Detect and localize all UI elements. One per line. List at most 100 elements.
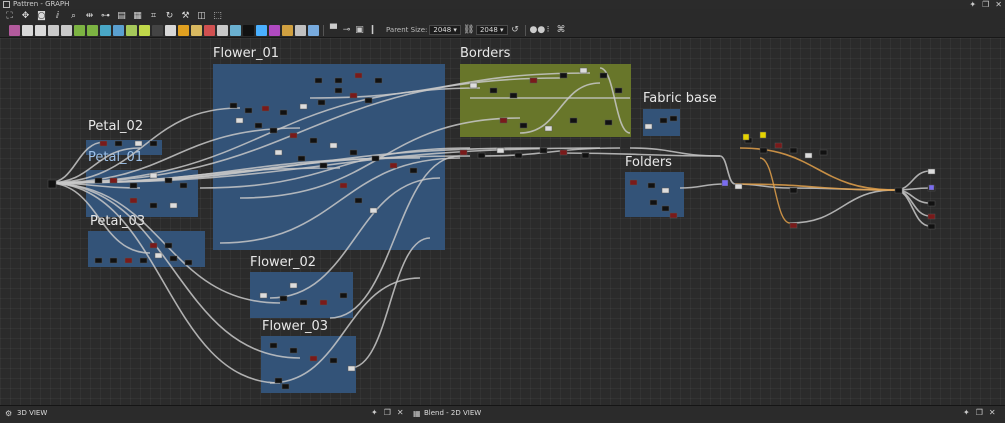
graph-node[interactable] <box>281 383 290 390</box>
graph-node[interactable] <box>254 122 263 129</box>
node-library-button[interactable] <box>74 24 85 36</box>
graph-canvas[interactable]: Flower_01 Borders Fabric base Petal_02 P… <box>0 38 1005 405</box>
graph-node[interactable] <box>559 149 568 156</box>
node-library-button[interactable] <box>22 24 33 36</box>
node-library-button[interactable] <box>308 24 319 36</box>
graph-node[interactable] <box>927 200 936 207</box>
graph-node[interactable] <box>489 87 498 94</box>
restore-icon[interactable]: ❐ <box>982 0 989 9</box>
parent-size-height-select[interactable]: 2048 ▾ <box>475 25 508 35</box>
split-view-icon[interactable]: ●● <box>530 25 546 35</box>
link-size-icon[interactable]: ⛓ <box>463 25 474 35</box>
graph-node[interactable] <box>669 115 678 122</box>
pin-icon[interactable]: ✦ <box>969 0 976 9</box>
graph-node[interactable] <box>179 182 188 189</box>
graph-node[interactable] <box>47 179 57 189</box>
graph-node[interactable] <box>544 125 553 132</box>
node-library-button[interactable] <box>204 24 215 36</box>
graph-node[interactable] <box>644 123 653 130</box>
graph-node[interactable] <box>409 167 418 174</box>
graph-node[interactable] <box>669 212 678 219</box>
node-library-button[interactable] <box>243 24 254 36</box>
graph-node[interactable] <box>309 355 318 362</box>
graph-node[interactable] <box>477 152 486 159</box>
graph-node[interactable] <box>139 257 148 264</box>
node-library-button[interactable] <box>9 24 20 36</box>
pin-icon[interactable]: ✦ <box>963 408 970 417</box>
info-icon[interactable]: ⅈ <box>52 11 63 22</box>
graph-node[interactable] <box>499 117 508 124</box>
node-library-button[interactable] <box>191 24 202 36</box>
grid-icon[interactable]: ▦ <box>132 11 143 22</box>
graph-node[interactable] <box>339 182 348 189</box>
graph-node[interactable] <box>647 182 656 189</box>
graph-node[interactable] <box>349 149 358 156</box>
graph-node[interactable] <box>299 103 308 110</box>
graph-node[interactable] <box>317 99 326 106</box>
node-library-button[interactable] <box>35 24 46 36</box>
output-icon[interactable]: ▣ <box>354 25 365 35</box>
graph-node[interactable] <box>149 242 158 249</box>
graph-node[interactable] <box>371 155 380 162</box>
graph-node[interactable] <box>149 172 158 179</box>
graph-node[interactable] <box>354 72 363 79</box>
graph-node[interactable] <box>261 105 270 112</box>
graph-node[interactable] <box>789 147 798 154</box>
graph-node[interactable] <box>235 117 244 124</box>
graph-node[interactable] <box>604 119 613 126</box>
graph-node[interactable] <box>154 252 163 259</box>
graph-node[interactable] <box>519 122 528 129</box>
comment-icon[interactable]: ▀ <box>328 25 339 35</box>
connect-icon[interactable]: ⊶ <box>100 11 111 22</box>
node-library-button[interactable] <box>152 24 163 36</box>
node-library-button[interactable] <box>230 24 241 36</box>
graph-node[interactable] <box>289 132 298 139</box>
graph-node[interactable] <box>109 257 118 264</box>
graph-node[interactable] <box>581 152 590 159</box>
graph-node[interactable] <box>579 67 588 74</box>
graph-node[interactable] <box>927 213 936 220</box>
graph-node[interactable] <box>614 87 623 94</box>
restore-icon[interactable]: ❐ <box>976 408 983 417</box>
node-library-button[interactable] <box>48 24 59 36</box>
graph-node[interactable] <box>661 187 670 194</box>
graph-node[interactable] <box>364 97 373 104</box>
node-library-button[interactable] <box>100 24 111 36</box>
graph-node[interactable] <box>269 127 278 134</box>
node-library-button[interactable] <box>139 24 150 36</box>
graph-node[interactable] <box>649 199 658 206</box>
graph-node[interactable] <box>129 197 138 204</box>
graph-node[interactable] <box>804 152 813 159</box>
graph-node[interactable] <box>789 222 798 229</box>
graph-node[interactable] <box>274 149 283 156</box>
graph-node[interactable] <box>514 152 523 159</box>
node-library-button[interactable] <box>217 24 228 36</box>
graph-node[interactable] <box>774 142 783 149</box>
graph-node[interactable] <box>759 131 767 139</box>
graph-node[interactable] <box>354 197 363 204</box>
reset-size-icon[interactable]: ↺ <box>510 25 521 35</box>
graph-node[interactable] <box>297 155 306 162</box>
graph-node[interactable] <box>269 342 278 349</box>
graph-node[interactable] <box>339 292 348 299</box>
close-icon[interactable]: ✕ <box>989 408 996 417</box>
graph-node[interactable] <box>721 179 729 187</box>
graph-node[interactable] <box>509 92 518 99</box>
node-library-button[interactable] <box>126 24 137 36</box>
graph-node[interactable] <box>259 292 268 299</box>
list-icon[interactable]: ▤ <box>116 11 127 22</box>
graph-node[interactable] <box>789 187 798 194</box>
graph-node[interactable] <box>279 295 288 302</box>
graph-node[interactable] <box>109 177 118 184</box>
graph-node[interactable] <box>134 140 143 147</box>
graph-node[interactable] <box>559 72 568 79</box>
graph-node[interactable] <box>659 117 668 124</box>
graph-node[interactable] <box>349 92 358 99</box>
close-icon[interactable]: ✕ <box>995 0 1002 9</box>
fit-view-icon[interactable]: ⛶ <box>4 11 15 22</box>
layout-icon[interactable]: ⌗ <box>148 11 159 22</box>
node-library-button[interactable] <box>282 24 293 36</box>
expand-icon[interactable]: ⬚ <box>212 11 223 22</box>
graph-node[interactable] <box>124 257 133 264</box>
graph-node[interactable] <box>334 87 343 94</box>
